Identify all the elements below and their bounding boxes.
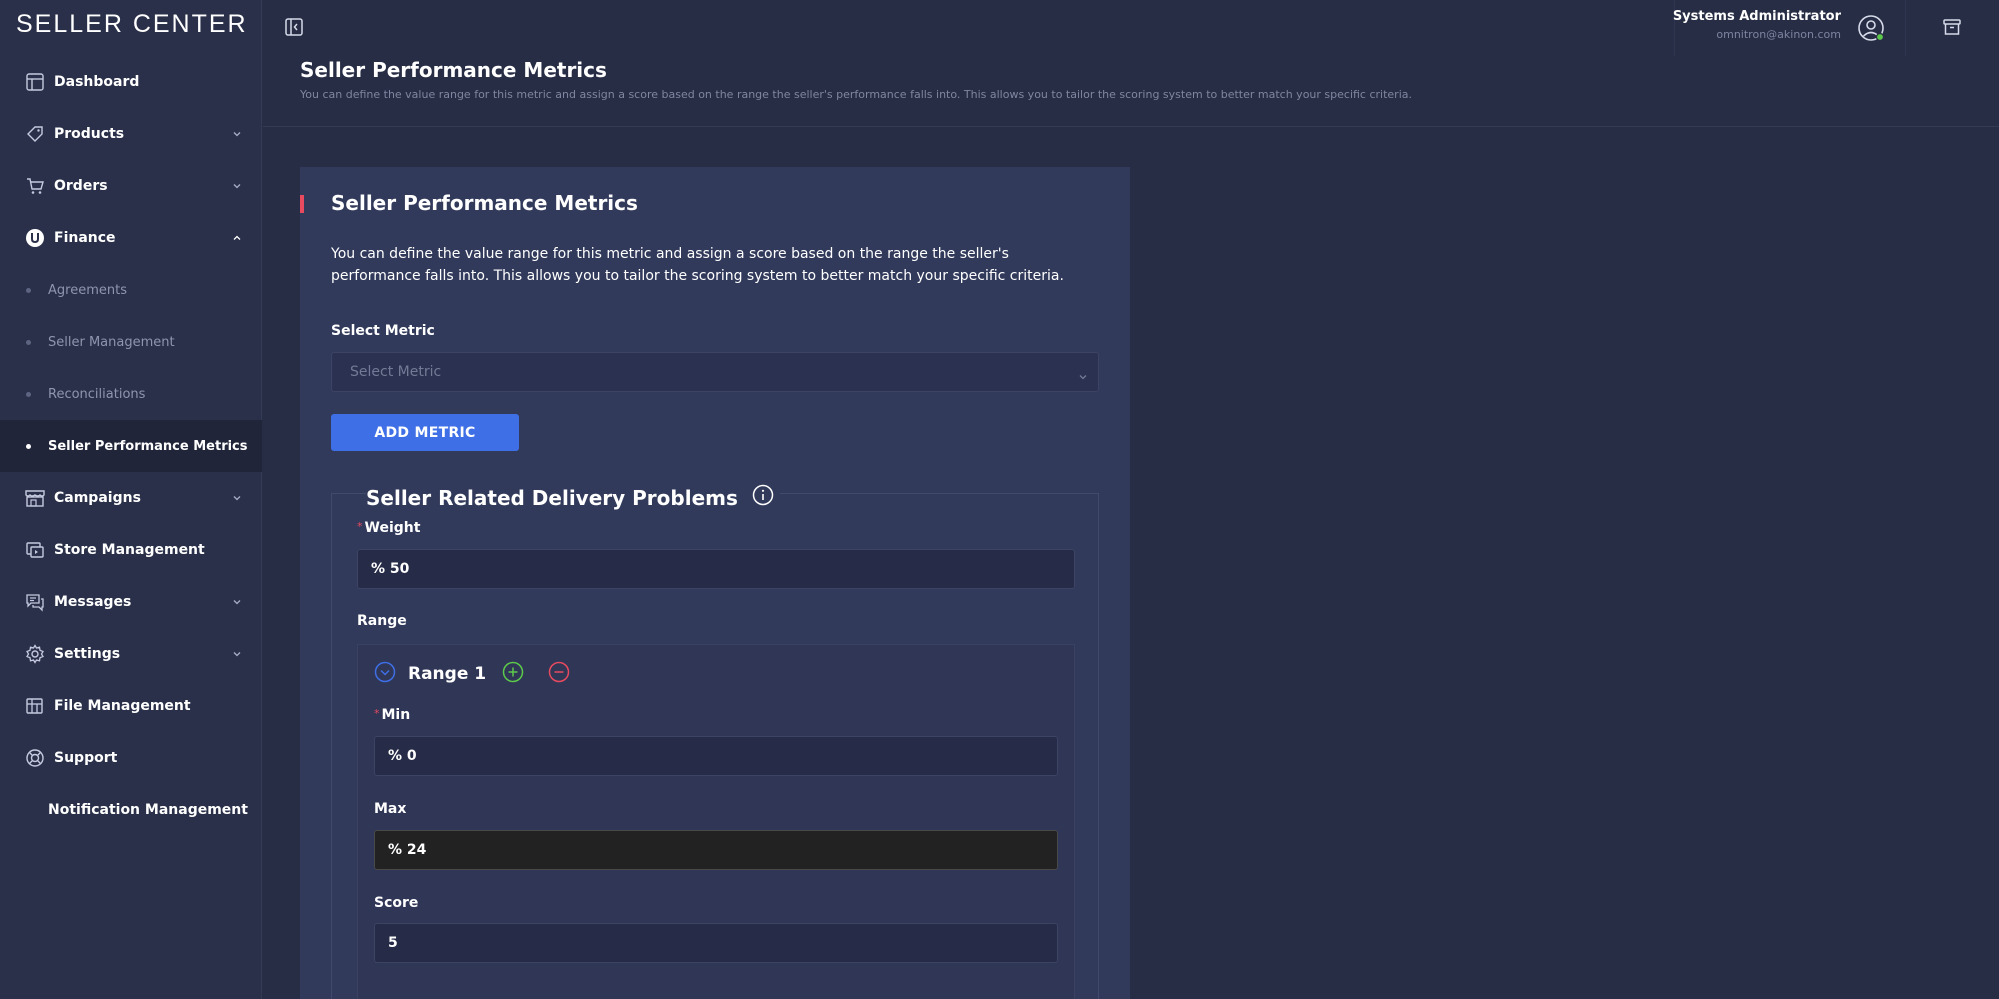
select-metric-label: Select Metric xyxy=(331,323,435,339)
required-marker: * xyxy=(357,520,363,533)
sidebar-item-label: Campaigns xyxy=(54,490,141,506)
sidebar-item-orders[interactable]: Orders xyxy=(0,160,262,212)
sidebar-item-label: Orders xyxy=(54,178,108,194)
chevron-down-icon xyxy=(232,491,242,507)
bullet-icon xyxy=(26,288,31,293)
metric-select[interactable]: Select Metric xyxy=(331,352,1099,392)
range-label: Range xyxy=(357,613,407,629)
chevron-down-circle-icon[interactable] xyxy=(374,661,396,687)
score-input[interactable]: 5 xyxy=(374,923,1058,963)
sidebar-item-label: Messages xyxy=(54,594,132,610)
gear-icon xyxy=(24,643,46,665)
sidebar-item-label: File Management xyxy=(54,698,191,714)
max-input[interactable]: % 24 xyxy=(374,830,1058,870)
sidebar-subitem-label: Agreements xyxy=(48,282,127,298)
page-header: Seller Performance Metrics You can defin… xyxy=(263,56,1999,127)
sidebar-item-dashboard[interactable]: Dashboard xyxy=(0,56,262,108)
sidebar-subitem-reconciliations[interactable]: Reconciliations xyxy=(0,368,262,420)
min-input[interactable]: % 0 xyxy=(374,736,1058,776)
sidebar-item-settings[interactable]: Settings xyxy=(0,628,262,680)
chevron-up-icon xyxy=(232,231,242,247)
sidebar-item-finance[interactable]: Finance xyxy=(0,212,262,264)
page-description: You can define the value range for this … xyxy=(300,88,1412,101)
cart-icon xyxy=(24,175,46,197)
sidebar-item-notification-management[interactable]: Notification Management xyxy=(0,784,262,836)
min-label: * Min xyxy=(374,707,411,723)
metric-select-placeholder: Select Metric xyxy=(350,364,442,380)
sidebar-item-label: Dashboard xyxy=(54,74,140,90)
topbar: Systems Administrator omnitron@akinon.co… xyxy=(263,0,1999,56)
sidebar-item-label: Store Management xyxy=(54,542,205,558)
add-range-icon[interactable] xyxy=(502,661,524,687)
lifebuoy-icon xyxy=(24,747,46,769)
sidebar-item-support[interactable]: Support xyxy=(0,732,262,784)
metrics-card: Seller Performance Metrics You can defin… xyxy=(300,167,1130,999)
chevron-down-icon xyxy=(232,595,242,611)
bullet-icon xyxy=(26,392,31,397)
add-metric-button[interactable]: ADD METRIC xyxy=(331,414,519,451)
metric-title: Seller Related Delivery Problems xyxy=(366,485,738,510)
chevron-down-icon xyxy=(232,127,242,143)
bullet-icon xyxy=(26,340,31,345)
sidebar-subitem-label: Seller Performance Metrics xyxy=(48,438,248,454)
store-icon xyxy=(24,487,46,509)
sidebar-item-label: Settings xyxy=(54,646,121,662)
sidebar-nav: Dashboard Products Orders Finance Agreem… xyxy=(0,56,262,836)
card-description: You can define the value range for this … xyxy=(331,246,1064,284)
brand-logo[interactable]: SELLER CENTER xyxy=(16,10,248,44)
sidebar-collapse-icon[interactable] xyxy=(283,16,305,38)
user-avatar-icon[interactable] xyxy=(1857,14,1885,42)
archive-icon[interactable] xyxy=(1941,16,1963,38)
bullet-icon xyxy=(26,444,31,449)
sidebar-subitem-label: Reconciliations xyxy=(48,386,146,402)
required-marker: * xyxy=(374,707,380,720)
range-header: Range 1 xyxy=(374,661,570,687)
metric-fieldset: Seller Related Delivery Problems * Weight… xyxy=(331,484,1099,999)
sidebar: SELLER CENTER Dashboard Products Orders … xyxy=(0,0,262,999)
info-icon[interactable] xyxy=(752,484,774,511)
sidebar-item-store-management[interactable]: Store Management xyxy=(0,524,262,576)
page-title: Seller Performance Metrics xyxy=(300,58,607,82)
sidebar-item-file-management[interactable]: File Management xyxy=(0,680,262,732)
sidebar-subitem-label: Seller Management xyxy=(48,334,175,350)
score-label: Score xyxy=(374,895,419,911)
remove-range-icon[interactable] xyxy=(548,661,570,687)
card-title: Seller Performance Metrics xyxy=(331,191,638,215)
user-menu[interactable]: Systems Administrator omnitron@akinon.co… xyxy=(1672,0,1906,56)
sidebar-subitem-seller-performance-metrics[interactable]: Seller Performance Metrics xyxy=(0,420,262,472)
sidebar-subitem-agreements[interactable]: Agreements xyxy=(0,264,262,316)
store-management-icon xyxy=(24,539,46,561)
finance-icon xyxy=(24,227,46,249)
chevron-down-icon xyxy=(232,647,242,663)
sidebar-item-label: Products xyxy=(54,126,125,142)
sidebar-item-label: Notification Management xyxy=(48,802,248,818)
sidebar-item-products[interactable]: Products xyxy=(0,108,262,160)
sidebar-subitem-seller-management[interactable]: Seller Management xyxy=(0,316,262,368)
sidebar-item-messages[interactable]: Messages xyxy=(0,576,262,628)
dashboard-icon xyxy=(24,71,46,93)
card-accent-bar xyxy=(300,195,304,213)
tag-icon xyxy=(24,123,46,145)
weight-input[interactable]: % 50 xyxy=(357,549,1075,589)
user-email: omnitron@akinon.com xyxy=(1716,28,1841,41)
sidebar-item-label: Finance xyxy=(54,230,116,246)
range-panel: Range 1 * Min % 0 Max % 24 Score 5 xyxy=(357,644,1075,999)
messages-icon xyxy=(24,591,46,613)
weight-label: * Weight xyxy=(357,520,421,536)
max-label: Max xyxy=(374,801,407,817)
range-title: Range 1 xyxy=(408,664,487,684)
sidebar-item-label: Support xyxy=(54,750,118,766)
user-name: Systems Administrator xyxy=(1672,9,1841,24)
chevron-down-icon xyxy=(232,179,242,195)
chevron-down-icon xyxy=(1078,367,1088,386)
file-table-icon xyxy=(24,695,46,717)
sidebar-item-campaigns[interactable]: Campaigns xyxy=(0,472,262,524)
metric-title-row: Seller Related Delivery Problems xyxy=(366,484,780,511)
